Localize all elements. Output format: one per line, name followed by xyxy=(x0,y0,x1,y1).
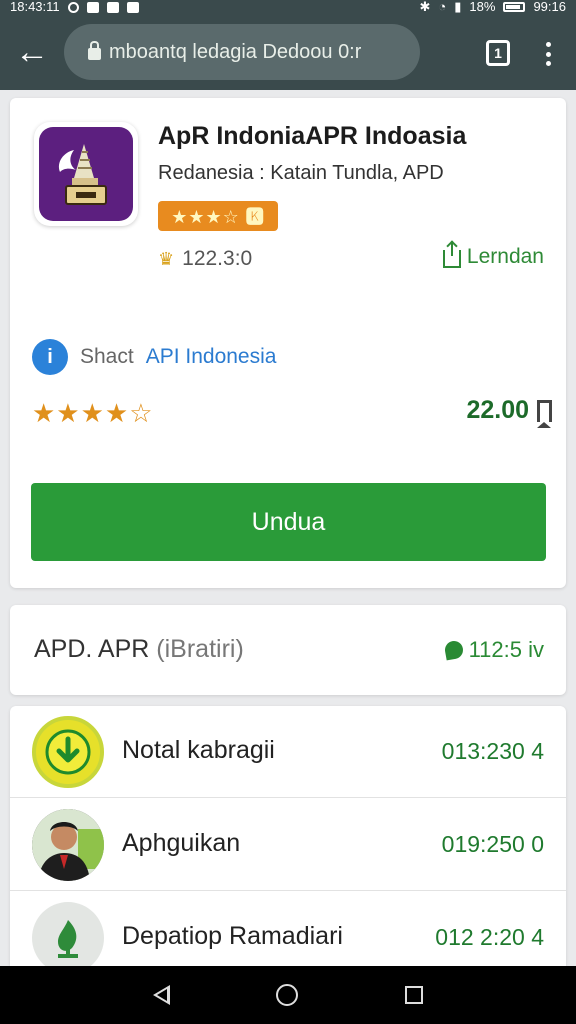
list-item-value: 019:250 0 xyxy=(441,831,544,857)
developer-row: i Shact API Indonesia xyxy=(32,339,276,375)
list-item-value: 012 2:20 4 xyxy=(435,924,544,950)
app-icon-graphic xyxy=(39,127,133,221)
status-clock: 99:16 xyxy=(533,0,566,14)
battery-percent: 18% xyxy=(469,0,496,14)
related-list: Notal kabragii 013:230 4 Aphguikan 019:2… xyxy=(10,706,566,966)
share-icon xyxy=(442,242,461,268)
notification-icon xyxy=(126,1,139,13)
category-title: APD. APR (iBratiri) xyxy=(34,635,244,664)
nav-recents-icon[interactable] xyxy=(404,986,423,1004)
app-details-card: ApR IndoniaAPR Indoasia Redanesia : Kata… xyxy=(10,98,566,588)
status-bar: 18:43:11 ✱ ◔ ▮ 18% 99:16 xyxy=(0,0,576,14)
bookmark-icon[interactable] xyxy=(537,399,552,428)
download-count-value: 122.3:0 xyxy=(182,247,253,270)
notification-icon xyxy=(106,1,119,13)
info-icon: i xyxy=(32,339,68,375)
download-link[interactable]: Lerndan xyxy=(442,242,544,269)
download-link-label: Lerndan xyxy=(466,245,544,268)
temple-icon xyxy=(58,144,107,205)
signal-icon: ▮ xyxy=(454,0,462,14)
notification-icon xyxy=(86,1,99,13)
list-item[interactable]: Notal kabragii 013:230 4 xyxy=(10,706,566,798)
rating-badge: ★★★☆ 🅺 xyxy=(158,201,278,231)
app-subtitle: Redanesia : Katain Tundla, APD xyxy=(158,162,444,184)
status-left: 18:43:11 xyxy=(10,0,139,14)
download-arrow-icon xyxy=(32,716,104,788)
price-value: 22.00 xyxy=(466,396,529,424)
star-rating: ★★★★☆ xyxy=(32,398,154,428)
lock-icon xyxy=(88,41,101,60)
chat-icon xyxy=(443,639,465,661)
list-item[interactable]: Aphguikan 019:250 0 xyxy=(10,799,566,891)
app-icon xyxy=(34,122,138,226)
notification-icon xyxy=(67,1,79,13)
list-item[interactable]: Depatiop Ramadiari 012 2:20 4 xyxy=(10,892,566,966)
status-right: ✱ ◔ ▮ 18% 99:16 xyxy=(420,0,567,14)
list-item-name: Aphguikan xyxy=(122,829,241,857)
status-time: 18:43:11 xyxy=(10,0,60,14)
developer-prefix: Shact xyxy=(80,345,134,368)
list-item-name: Depatiop Ramadiari xyxy=(122,922,343,950)
battery-icon xyxy=(503,2,526,12)
download-count: ♛ 122.3:0 xyxy=(158,247,252,271)
category-card[interactable]: APD. APR (iBratiri) 112:5 iv xyxy=(10,605,566,695)
browser-toolbar: ← mboantq ledagia Dedoou 0:r 1 xyxy=(0,14,576,90)
price: 22.00 xyxy=(466,396,552,428)
bluetooth-icon: ✱ xyxy=(419,0,431,14)
nav-back-icon[interactable] xyxy=(153,985,171,1005)
category-name: APD. APR xyxy=(34,635,150,663)
back-arrow-icon[interactable]: ← xyxy=(0,14,64,90)
person-avatar xyxy=(32,809,104,881)
overflow-menu-icon[interactable] xyxy=(538,40,558,68)
wifi-icon: ◔ xyxy=(438,0,447,14)
app-title: ApR IndoniaAPR Indoasia xyxy=(158,122,467,150)
list-item-value: 013:230 4 xyxy=(441,738,544,764)
url-text: mboantq ledagia Dedoou 0:r xyxy=(109,40,362,63)
crown-icon: ♛ xyxy=(158,248,175,269)
url-bar[interactable]: mboantq ledagia Dedoou 0:r xyxy=(64,24,420,80)
install-button[interactable]: Undua xyxy=(31,483,546,561)
nav-home-icon[interactable] xyxy=(276,984,299,1006)
category-meta: 112:5 iv xyxy=(443,637,544,663)
tabs-button[interactable]: 1 xyxy=(486,40,510,66)
category-meta-value: 112:5 iv xyxy=(468,637,544,662)
system-navigation-bar xyxy=(0,966,576,1024)
category-subtitle: (iBratiri) xyxy=(156,635,244,663)
leaf-icon xyxy=(32,902,104,966)
developer-link[interactable]: API Indonesia xyxy=(146,345,277,369)
list-item-name: Notal kabragii xyxy=(122,736,275,764)
